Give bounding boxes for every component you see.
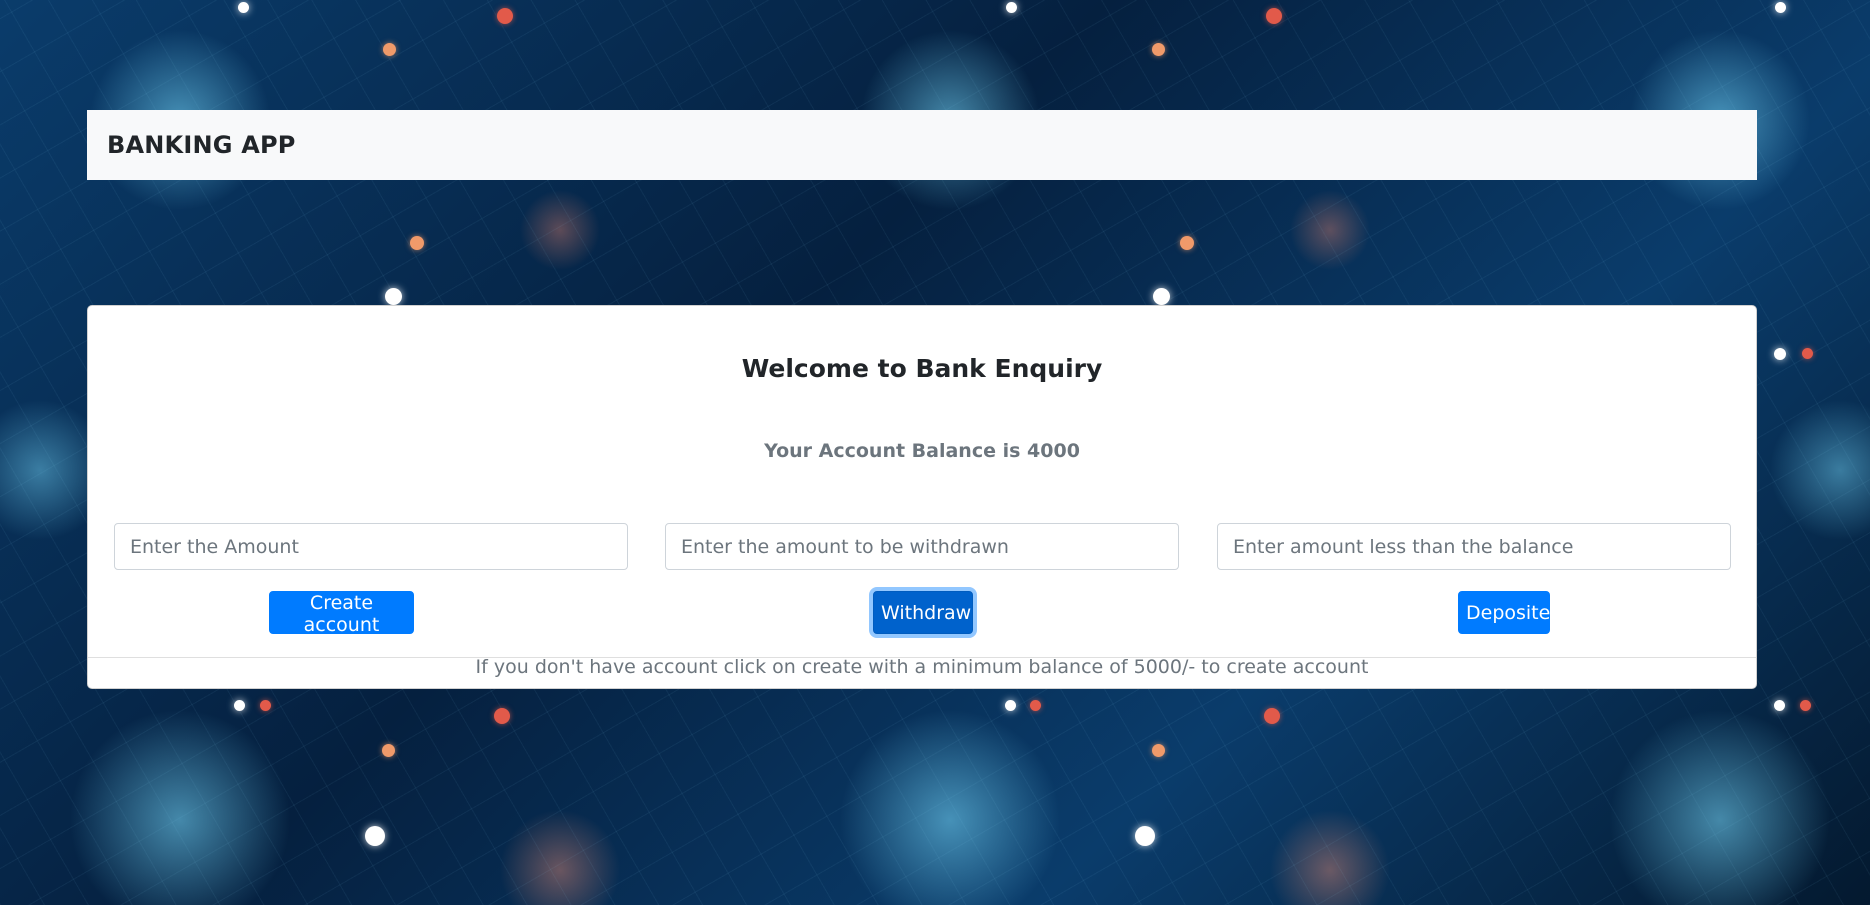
deposit-amount-input[interactable] xyxy=(1217,523,1731,570)
bank-enquiry-card: Welcome to Bank Enquiry Your Account Bal… xyxy=(87,305,1757,689)
create-amount-input[interactable] xyxy=(114,523,628,570)
card-footer-note: If you don't have account click on creat… xyxy=(88,657,1756,688)
navbar-brand[interactable]: BANKING APP xyxy=(107,131,296,159)
withdraw-button[interactable]: Withdraw xyxy=(873,591,973,634)
deposite-button[interactable]: Deposite xyxy=(1458,591,1550,634)
withdraw-amount-input[interactable] xyxy=(665,523,1179,570)
card-title: Welcome to Bank Enquiry xyxy=(741,354,1103,383)
account-balance-text: Your Account Balance is 4000 xyxy=(764,440,1080,462)
navbar: BANKING APP xyxy=(87,110,1757,180)
create-account-button[interactable]: Create account xyxy=(269,591,414,636)
